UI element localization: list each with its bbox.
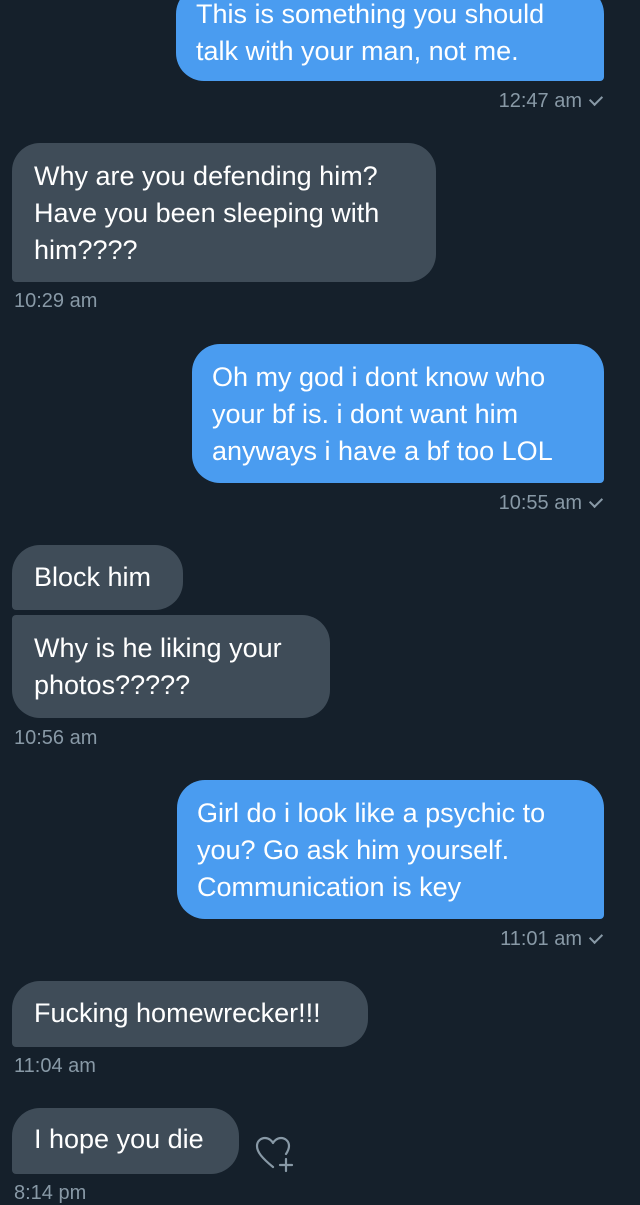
message-timestamp: 10:55 am — [498, 492, 604, 515]
timestamp-text: 11:01 am — [500, 928, 582, 950]
message-timestamp: 8:14 pm — [14, 1182, 87, 1204]
timestamp-text: 10:55 am — [498, 492, 582, 514]
read-check-icon — [588, 929, 604, 945]
message-timestamp: 10:29 am — [14, 290, 98, 312]
read-check-icon — [588, 91, 604, 107]
message-bubble-received[interactable]: Why are you defending him? Have you been… — [12, 143, 436, 282]
message-timestamp: 12:47 am — [498, 90, 604, 113]
message-bubble-received[interactable]: Why is he liking your photos????? — [12, 615, 330, 718]
heart-plus-icon — [255, 1136, 294, 1173]
add-reaction-button[interactable] — [254, 1134, 298, 1174]
message-bubble-received[interactable]: I hope you die — [12, 1108, 239, 1174]
message-timestamp: 11:01 am — [500, 928, 604, 951]
message-timestamp: 10:56 am — [14, 727, 98, 749]
read-check-icon — [588, 493, 604, 509]
timestamp-text: 12:47 am — [498, 90, 582, 112]
message-bubble-sent[interactable]: Girl do i look like a psychic to you? Go… — [177, 780, 604, 919]
message-bubble-received[interactable]: Block him — [12, 545, 183, 610]
message-bubble-sent[interactable]: This is something you should talk with y… — [176, 0, 604, 81]
message-bubble-received[interactable]: Fucking homewrecker!!! — [12, 981, 368, 1047]
message-timestamp: 11:04 am — [14, 1055, 96, 1077]
message-bubble-sent[interactable]: Oh my god i dont know who your bf is. i … — [192, 344, 604, 483]
